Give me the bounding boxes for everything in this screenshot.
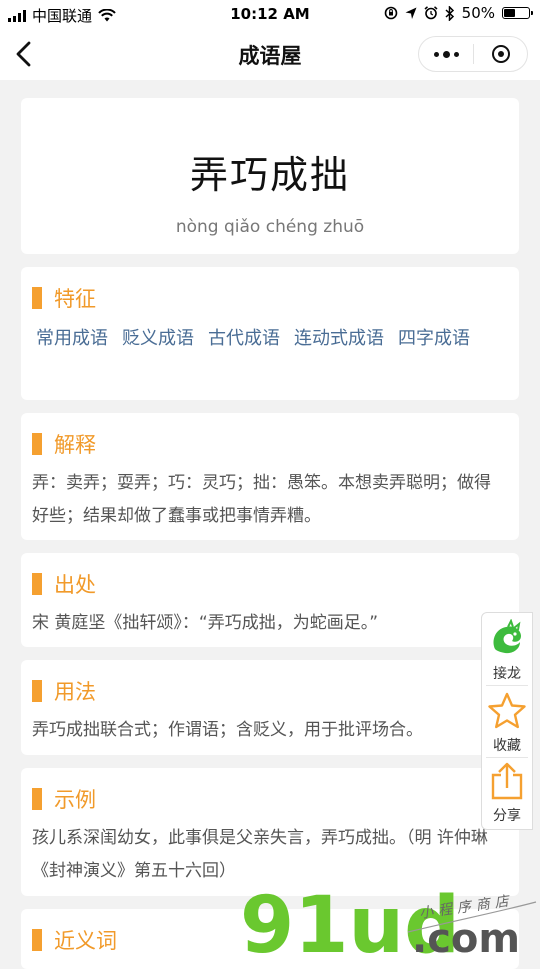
idiom-card: 弄巧成拙 nòng qiǎo chéng zhuō xyxy=(21,98,519,254)
target-icon xyxy=(491,45,510,63)
section-marker xyxy=(32,788,42,810)
explanation-card: 解释 弄：卖弄；耍弄；巧：灵巧；拙：愚笨。本想卖弄聪明；做得好些；结果却做了蠢事… xyxy=(21,413,519,540)
feature-tag[interactable]: 连动式成语 xyxy=(294,321,384,357)
section-title: 示例 xyxy=(54,788,96,812)
solitaire-label: 接龙 xyxy=(493,666,521,682)
share-icon xyxy=(491,762,523,800)
explanation-text: 弄：卖弄；耍弄；巧：灵巧；拙：愚笨。本想卖弄聪明；做得好些；结果却做了蠢事或把事… xyxy=(32,473,491,526)
section-marker xyxy=(32,573,42,595)
features-card: 特征 常用成语 贬义成语 古代成语 连动式成语 四字成语 xyxy=(21,267,519,400)
feature-tag[interactable]: 四字成语 xyxy=(398,321,470,357)
feature-tag[interactable]: 常用成语 xyxy=(36,321,108,357)
share-button[interactable]: 分享 xyxy=(482,761,532,825)
section-header: 示例 xyxy=(32,784,96,814)
example-text: 孩儿系深闺幼女，此事俱是父亲失言，弄巧成拙。（明 许仲琳《封神演义》第五十六回） xyxy=(32,828,488,881)
side-divider xyxy=(486,685,528,686)
nav-bar: 成语屋 xyxy=(0,28,540,80)
section-marker xyxy=(32,433,42,455)
feature-tag[interactable]: 古代成语 xyxy=(208,321,280,357)
alarm-icon xyxy=(424,6,438,20)
battery-icon xyxy=(502,7,533,19)
section-header: 用法 xyxy=(32,676,96,706)
feature-tag[interactable]: 贬义成语 xyxy=(122,321,194,357)
favorite-label: 收藏 xyxy=(493,738,521,754)
watermark-domain: .com xyxy=(412,916,520,960)
bluetooth-icon xyxy=(445,5,454,21)
close-miniprogram-button[interactable] xyxy=(474,37,527,71)
section-title: 解释 xyxy=(54,433,96,457)
usage-card: 用法 弄巧成拙联合式；作谓语；含贬义，用于批评场合。 xyxy=(21,660,519,755)
source-text: 宋 黄庭坚《拙轩颂》：“弄巧成拙，为蛇画足。” xyxy=(32,613,379,633)
section-header: 特征 xyxy=(32,283,96,313)
feature-tags: 常用成语 贬义成语 古代成语 连动式成语 四字成语 xyxy=(36,321,505,357)
section-title: 近义词 xyxy=(54,929,117,953)
share-label: 分享 xyxy=(493,808,521,824)
side-divider xyxy=(486,757,528,758)
section-marker xyxy=(32,680,42,702)
favorite-button[interactable]: 收藏 xyxy=(482,691,532,755)
idiom-pinyin: nòng qiǎo chéng zhuō xyxy=(175,217,365,237)
dot xyxy=(442,50,450,58)
section-title: 用法 xyxy=(54,680,96,704)
status-right: 50% xyxy=(384,4,533,22)
section-marker xyxy=(32,929,42,951)
battery-percent: 50% xyxy=(461,4,495,22)
star-icon xyxy=(488,692,526,729)
battery-level xyxy=(504,9,515,17)
section-header: 近义词 xyxy=(32,925,117,955)
usage-text: 弄巧成拙联合式；作谓语；含贬义，用于批评场合。 xyxy=(32,720,423,740)
dot xyxy=(453,51,459,57)
section-marker xyxy=(32,287,42,309)
source-card: 出处 宋 黄庭坚《拙轩颂》：“弄巧成拙，为蛇画足。” xyxy=(21,553,519,647)
side-action-bar: 接龙 收藏 分享 xyxy=(481,612,533,830)
idiom-text: 弄巧成拙 xyxy=(189,153,350,197)
watermark-logo: 91ud .com 小程序商店 xyxy=(240,881,537,960)
rotation-lock-icon xyxy=(384,6,397,20)
miniprogram-capsule xyxy=(418,36,528,72)
section-title: 特征 xyxy=(54,287,96,311)
dragon-icon xyxy=(493,618,521,654)
section-title: 出处 xyxy=(54,573,96,597)
status-bar: 中国联通 10:12 AM 50% xyxy=(0,0,540,28)
section-header: 解释 xyxy=(32,429,96,459)
section-header: 出处 xyxy=(32,569,96,599)
location-icon xyxy=(405,7,417,19)
solitaire-button[interactable]: 接龙 xyxy=(482,618,532,683)
dot xyxy=(433,51,439,57)
example-card: 示例 孩儿系深闺幼女，此事俱是父亲失言，弄巧成拙。（明 许仲琳《封神演义》第五十… xyxy=(21,768,519,896)
more-button[interactable] xyxy=(419,37,473,71)
